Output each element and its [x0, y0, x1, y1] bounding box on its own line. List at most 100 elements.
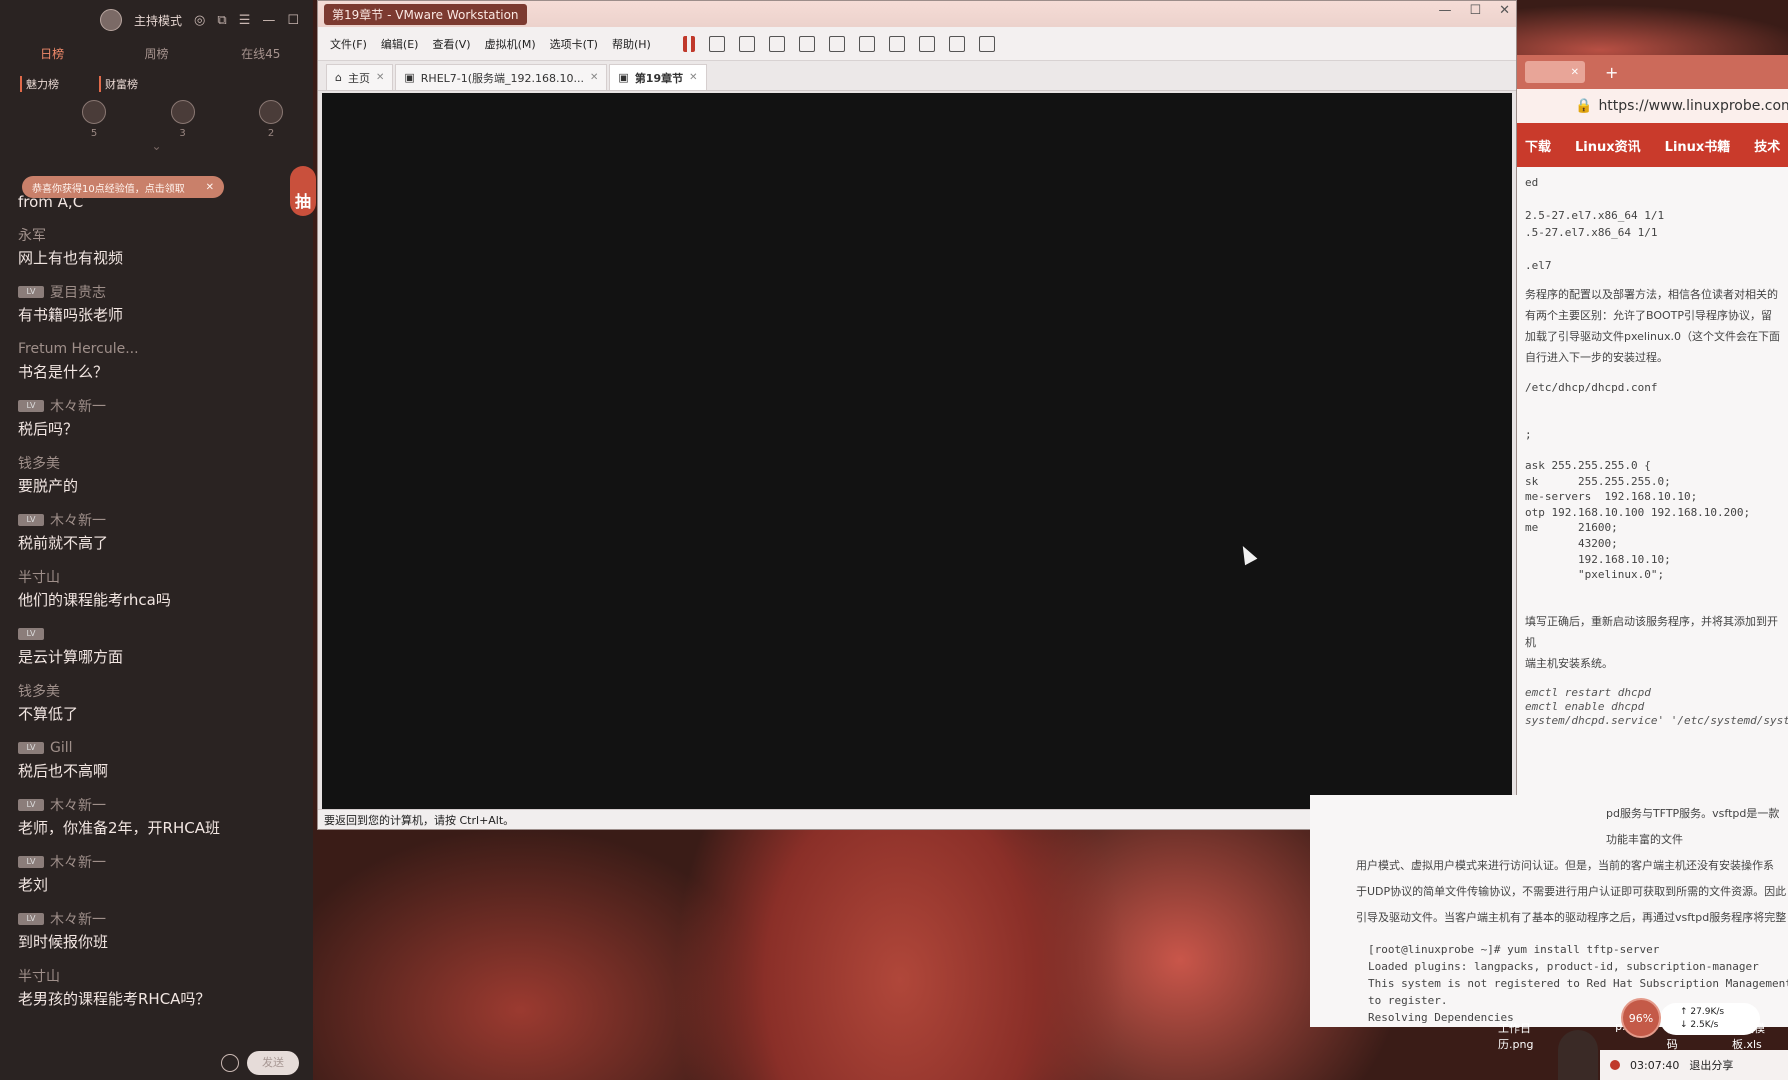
rank-subtitles: 魅力榜 财富榜	[0, 66, 313, 92]
paragraph-line: 务程序的配置以及部署方法，相信各位读者对相关的	[1525, 288, 1778, 301]
url-text: https://www.linuxprobe.com	[1598, 98, 1788, 114]
wealth-rank-label[interactable]: 财富榜	[99, 76, 138, 92]
paragraph-line: 于UDP协议的简单文件传输协议，不需要进行用户认证即可获取到所需的文件资源。因此	[1356, 885, 1787, 898]
close-icon[interactable]: ✕	[376, 72, 384, 83]
paragraph-line: 填写正确后，重新启动该服务程序，并将其添加到开机	[1525, 614, 1778, 649]
fullscreen-icon[interactable]	[888, 35, 905, 52]
vm-console[interactable]	[322, 93, 1512, 810]
maximize-icon[interactable]: ☐	[1469, 3, 1481, 18]
minimize-icon[interactable]: —	[262, 13, 275, 28]
lock-icon: 🔒	[1575, 98, 1593, 114]
share-icon[interactable]: ⧉	[217, 13, 226, 28]
rank-user-1[interactable]: 5	[82, 100, 106, 139]
revert-snapshot-icon[interactable]	[768, 35, 785, 52]
unity-icon[interactable]	[918, 35, 935, 52]
host-mode-label[interactable]: 主持模式	[134, 12, 182, 29]
mouse-cursor-icon	[1236, 542, 1258, 566]
nav-linux-books[interactable]: Linux书籍	[1665, 136, 1731, 155]
menu-help[interactable]: 帮助(H)	[612, 36, 651, 52]
charm-rank-label[interactable]: 魅力榜	[20, 76, 59, 92]
send-ctrl-alt-del-icon[interactable]	[708, 35, 725, 52]
menu-edit[interactable]: 编辑(E)	[381, 36, 419, 52]
thumbnail-icon[interactable]	[858, 35, 875, 52]
level-badge: LV	[18, 514, 44, 526]
paragraph-line: 有两个主要区别：允许了BOOTP引导程序协议，留	[1525, 309, 1773, 322]
maximize-icon[interactable]: ☐	[287, 13, 299, 28]
tab-daily[interactable]: 日榜	[0, 45, 104, 62]
tab-label: 主页	[347, 71, 370, 85]
recording-icon	[1610, 1060, 1620, 1070]
lucky-draw-button[interactable]: 抽	[290, 166, 316, 216]
chat-message: LV 木々新一 老刘	[18, 852, 298, 895]
close-icon[interactable]: ✕	[1499, 3, 1510, 18]
address-bar[interactable]: 🔒 https://www.linuxprobe.com	[1517, 89, 1788, 123]
nav-tech[interactable]: 技术	[1754, 136, 1780, 155]
chevron-down-icon[interactable]: ⌄	[0, 139, 313, 155]
desktop-file[interactable]: 工作日历.png	[1498, 1020, 1559, 1052]
tab-home[interactable]: ⌂ 主页 ✕	[326, 64, 394, 90]
console-icon[interactable]	[948, 35, 965, 52]
paragraph-line: pd服务与TFTP服务。vsftpd是一款功能丰富的文件	[1606, 807, 1780, 846]
home-icon: ⌂	[335, 71, 342, 84]
cpu-usage-ball[interactable]: 96%	[1621, 998, 1661, 1038]
close-icon[interactable]: ✕	[590, 72, 598, 83]
nav-download[interactable]: 下载	[1525, 136, 1551, 155]
minimize-icon[interactable]: —	[1438, 3, 1451, 18]
close-icon[interactable]: ✕	[689, 72, 697, 83]
chat-username: LV	[18, 624, 298, 644]
chat-message: 钱多美 不算低了	[18, 681, 298, 724]
chat-username: LV 木々新一	[18, 510, 298, 530]
chat-username: LV 木々新一	[18, 396, 298, 416]
rank-user-2[interactable]: 3	[170, 100, 195, 139]
code-block: emctl restart dhcpd emctl enable dhcpd s…	[1525, 685, 1788, 727]
chat-username: 永军	[18, 228, 46, 244]
menu-tabs[interactable]: 选项卡(T)	[550, 36, 598, 52]
tab-chapter19[interactable]: ▣ 第19章节 ✕	[609, 64, 707, 90]
browser-tab[interactable]: ✕	[1525, 61, 1585, 83]
chat-username: LV 夏目贵志	[18, 282, 298, 302]
chat-text: 书名是什么？	[18, 363, 109, 381]
snapshot-icon[interactable]	[738, 35, 755, 52]
new-tab-icon[interactable]: +	[1605, 63, 1618, 82]
chat-message: LV 是云计算哪方面	[18, 624, 298, 667]
chat-text: 是云计算哪方面	[18, 648, 124, 666]
level-badge: LV	[18, 286, 44, 298]
menu-vm[interactable]: 虚拟机(M)	[485, 36, 536, 52]
rank-count: 2	[267, 128, 275, 139]
chat-message: Fretum Hercule... 书名是什么？	[18, 339, 298, 382]
send-button[interactable]: 发送	[247, 1051, 299, 1075]
stretch-icon[interactable]	[978, 35, 995, 52]
article-paragraph: 填写正确后，重新启动该服务程序，并将其添加到开机 端主机安装系统。	[1517, 583, 1788, 674]
chat-message: LV Gill 税后也不高啊	[18, 738, 298, 781]
chat-username: LV 木々新一	[18, 795, 298, 815]
close-icon[interactable]: ✕	[206, 182, 214, 193]
rank-avatar	[170, 100, 195, 124]
emoji-icon[interactable]	[221, 1054, 239, 1072]
chat-text: 不算低了	[18, 705, 79, 723]
menu-icon[interactable]: ☰	[239, 13, 251, 28]
chat-username: 钱多美	[18, 456, 60, 472]
rank-icons: 5 3 2	[0, 92, 313, 139]
tab-online[interactable]: 在线45	[209, 45, 313, 62]
chat-list: from A,C 永军 网上有也有视频 LV 夏目贵志 有书籍吗张老师 Fretum …	[18, 193, 298, 1023]
exit-share-button[interactable]: 退出分享	[1689, 1057, 1733, 1073]
vm-icon: ▣	[404, 71, 415, 84]
paragraph-line: 加载了引导驱动文件pxelinux.0（这个文件会在下面	[1525, 330, 1780, 343]
pause-icon[interactable]	[682, 35, 695, 52]
host-avatar[interactable]	[100, 9, 123, 31]
article-section: pd服务与TFTP服务。vsftpd是一款功能丰富的文件 用户模式、虚拟用户模式…	[1310, 795, 1788, 1027]
tab-weekly[interactable]: 周榜	[104, 45, 208, 62]
menu-file[interactable]: 文件(F)	[330, 36, 367, 52]
snapshot-manager-icon[interactable]	[798, 35, 815, 52]
article-paragraph: 务程序的配置以及部署方法，相信各位读者对相关的 有两个主要区别：允许了BOOTP…	[1517, 274, 1788, 368]
tab-rhel7-1[interactable]: ▣ RHEL7-1(服务端_192.168.10... ✕	[395, 64, 608, 90]
notice-banner[interactable]: 恭喜你获得10点经验值，点击领取 ✕	[22, 176, 224, 198]
sidebar-toggle-icon[interactable]	[828, 35, 845, 52]
settings-icon[interactable]: ◎	[194, 13, 205, 28]
rank-user-3[interactable]: 2	[259, 100, 283, 139]
network-speed-widget: ↑ 27.9K/s ↓ 2.5K/s	[1660, 1003, 1760, 1035]
vm-tab-strip: ⌂ 主页 ✕ ▣ RHEL7-1(服务端_192.168.10... ✕ ▣ 第19章节 ✕	[318, 61, 1516, 91]
menu-view[interactable]: 查看(V)	[432, 36, 470, 52]
close-icon[interactable]: ✕	[1571, 67, 1579, 78]
nav-linux-news[interactable]: Linux资讯	[1575, 136, 1641, 155]
